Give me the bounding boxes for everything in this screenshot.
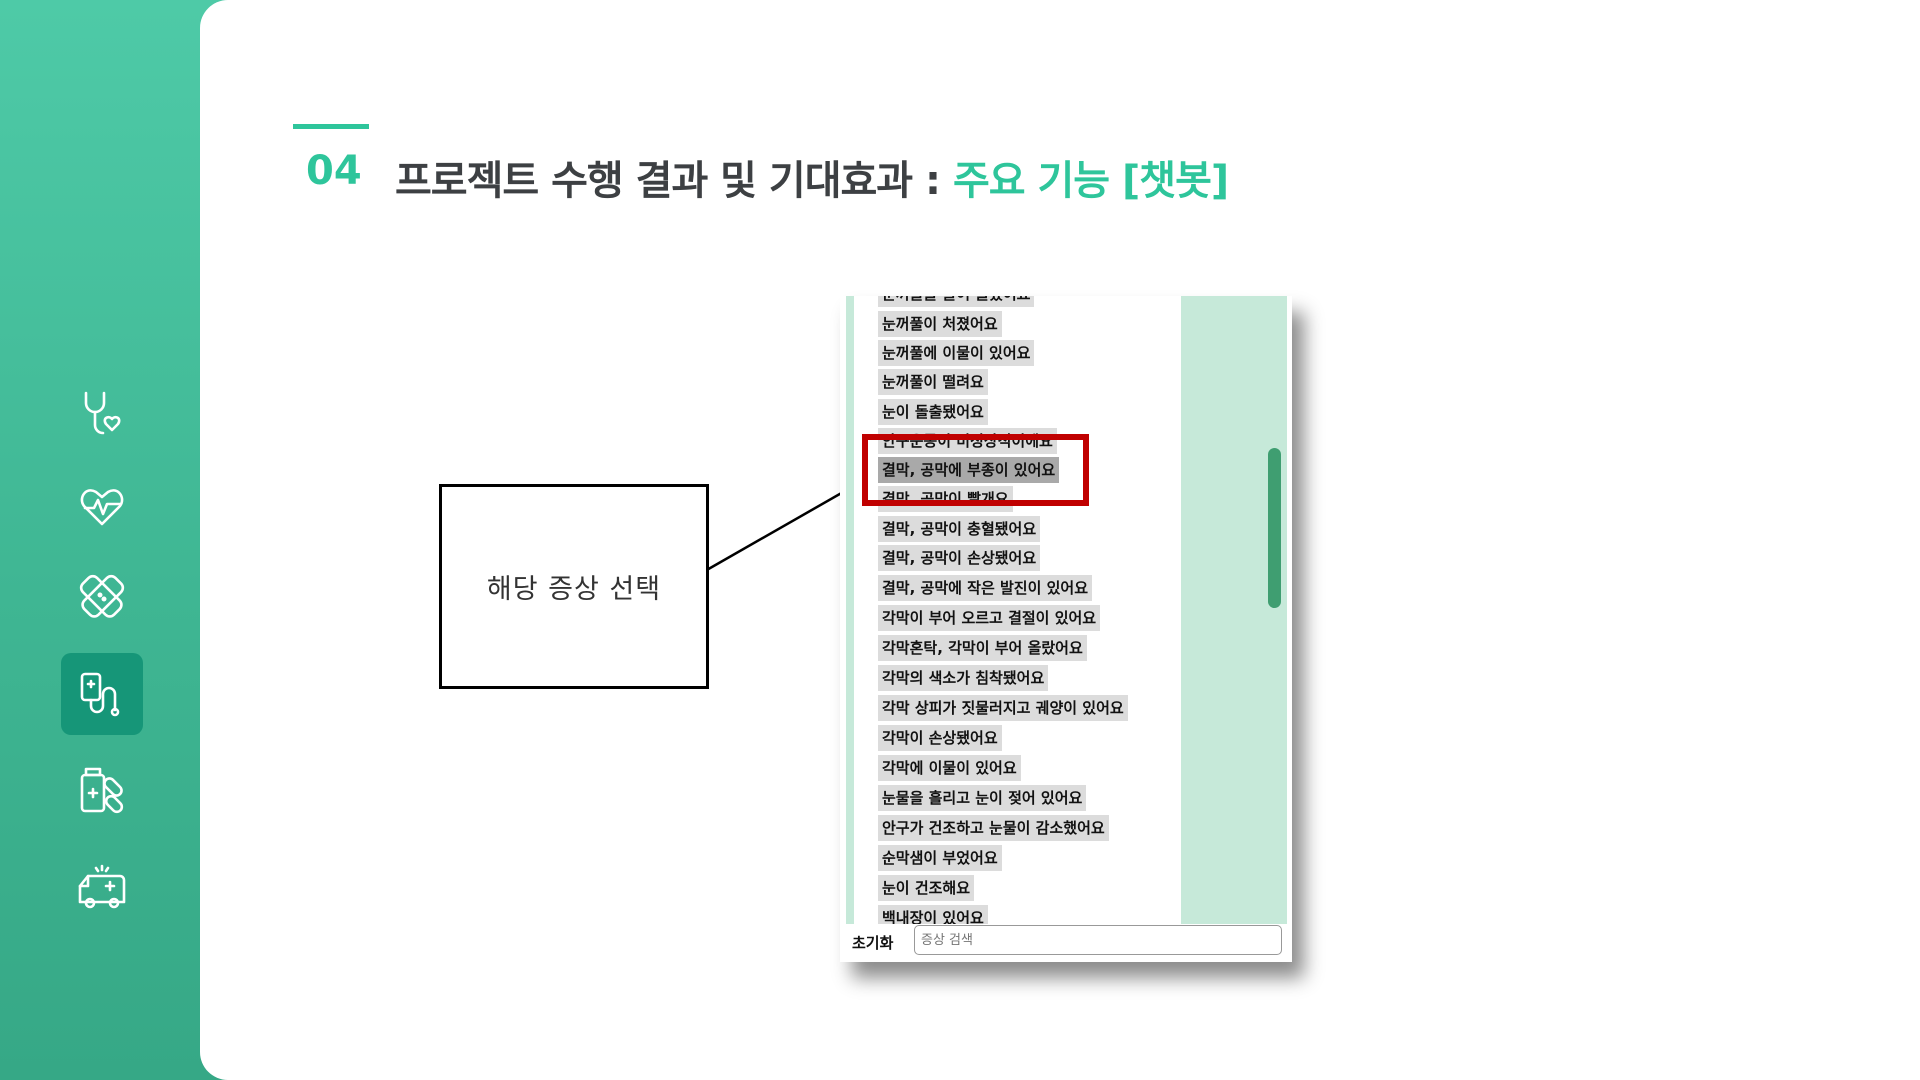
chat-left-strip — [846, 296, 854, 924]
page-title-highlight: 주요 기능 [챗봇] — [952, 158, 1229, 204]
reset-button[interactable]: 초기화 — [852, 930, 893, 956]
symptom-search-input[interactable] — [914, 925, 1282, 955]
symptom-item[interactable]: 눈꺼풀에 이물이 있어요 — [878, 340, 1035, 366]
symptom-item[interactable]: 안구가 건조하고 눈물이 감소했어요 — [878, 815, 1109, 841]
symptom-item[interactable]: 눈꺼풀을 들어 올렸어요 — [878, 296, 1035, 307]
symptom-item[interactable]: 눈꺼풀이 떨려요 — [878, 369, 988, 395]
section-number: 04 — [306, 148, 362, 194]
symptom-item[interactable]: 각막혼탁, 각막이 부어 올랐어요 — [878, 635, 1087, 661]
symptom-item[interactable]: 각막의 색소가 침착됐어요 — [878, 665, 1049, 691]
heart-pulse-icon[interactable] — [61, 465, 143, 547]
symptom-item[interactable]: 눈꺼풀이 처졌어요 — [878, 311, 1002, 337]
chatbot-window: 눈꺼풀을 들어 올렸어요눈꺼풀이 처졌어요눈꺼풀에 이물이 있어요눈꺼풀이 떨려… — [840, 296, 1292, 962]
callout-text: 해당 증상 선택 — [486, 574, 662, 605]
symptom-item[interactable]: 눈물을 흘리고 눈이 젖어 있어요 — [878, 785, 1087, 811]
page-title: 프로젝트 수행 결과 및 기대효과 : 주요 기능 [챗봇] — [395, 148, 1229, 206]
symptom-item[interactable]: 백내장이 있어요 — [878, 905, 988, 924]
symptom-item[interactable]: 각막 상피가 짓물러지고 궤양이 있어요 — [878, 695, 1128, 721]
symptom-item[interactable]: 결막, 공막에 작은 발진이 있어요 — [878, 575, 1092, 601]
symptom-item[interactable]: 눈이 돌출됐어요 — [878, 399, 988, 425]
symptom-item[interactable]: 결막, 공막이 손상됐어요 — [878, 545, 1041, 571]
medicine-pills-icon[interactable] — [61, 750, 143, 832]
chat-footer: 초기화 — [840, 924, 1292, 962]
title-accent-line — [293, 124, 369, 129]
selection-highlight-box — [862, 434, 1089, 506]
symptom-item[interactable]: 순막샘이 부었어요 — [878, 845, 1002, 871]
ambulance-icon[interactable] — [61, 847, 143, 929]
scrollbar-track[interactable] — [1266, 296, 1280, 924]
iv-stethoscope-icon[interactable] — [61, 653, 143, 735]
symptom-item[interactable]: 눈이 건조해요 — [878, 875, 975, 901]
symptom-list: 눈꺼풀을 들어 올렸어요눈꺼풀이 처졌어요눈꺼풀에 이물이 있어요눈꺼풀이 떨려… — [878, 296, 1208, 924]
symptom-item[interactable]: 각막이 부어 오르고 결절이 있어요 — [878, 605, 1101, 631]
symptom-item[interactable]: 각막이 손상됐어요 — [878, 725, 1002, 751]
stethoscope-heart-icon[interactable] — [61, 374, 143, 456]
symptom-item[interactable]: 결막, 공막이 충혈됐어요 — [878, 516, 1041, 542]
page-title-main: 프로젝트 수행 결과 및 기대효과 : — [395, 158, 953, 204]
callout-box: 해당 증상 선택 — [439, 484, 709, 689]
bandage-icon[interactable] — [61, 556, 143, 638]
scrollbar-thumb[interactable] — [1268, 448, 1281, 608]
symptom-item[interactable]: 각막에 이물이 있어요 — [878, 755, 1021, 781]
